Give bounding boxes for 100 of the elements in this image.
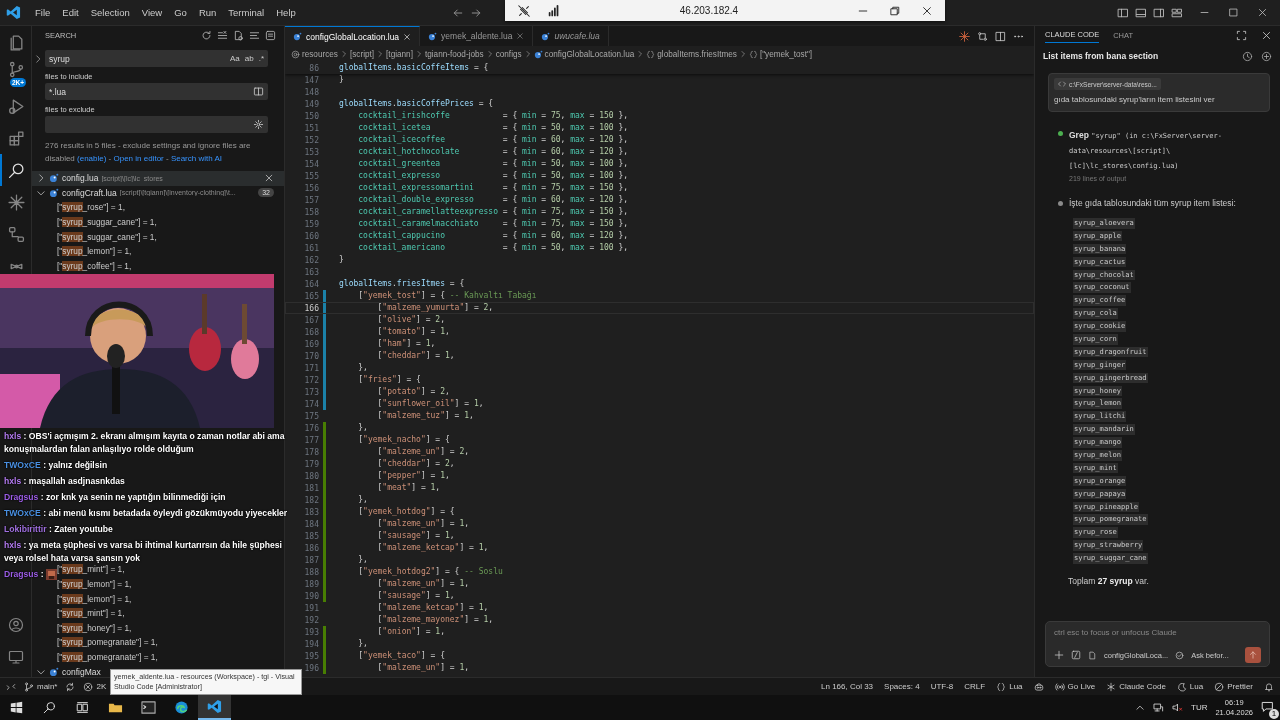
code-line: ["malzeme_un"] = 2, [376,446,470,458]
line-number: 171 [303,363,319,373]
code-line: cocktail_cappucino = { min = 60, max = 120 }, [357,230,629,242]
code-line: ["cheddar"] = 2, [376,458,455,470]
line-number: 86 [308,63,319,73]
chat-message: TWOxCE : yalnız değilsin [4,460,108,470]
line-number: 183 [303,507,319,517]
code-line: ["ham"] = 1, [376,338,436,350]
line-number: 160 [303,231,319,241]
line-number: 150 [303,111,319,121]
line-number: 180 [303,471,319,481]
code-line: cocktail_greentea = { min = 50, max = 100 }, [357,158,629,170]
code-line: cocktail_icetea = { min = 50, max = 100 }, [357,122,629,134]
line-number: 168 [303,327,319,337]
code-line: ["malzeme_ketcap"] = 1, [376,602,489,614]
line-number: 165 [303,291,319,301]
line-number: 192 [303,615,319,625]
code-line: ["onion"] = 1, [376,626,445,638]
line-number: 164 [303,279,319,289]
code-line: cocktail_expresso = { min = 50, max = 100 }, [357,170,629,182]
line-number: 166 [303,303,319,313]
code-line: ["malzeme_un"] = 1, [376,662,470,674]
line-number: 182 [303,495,319,505]
line-number: 148 [303,87,319,97]
code-line: ["cheddar"] = 1, [376,350,455,362]
line-number: 154 [303,159,319,169]
line-number: 163 [303,267,319,277]
code-line: cocktail_expressomartini = { min = 75, max = 150 }, [357,182,629,194]
conversation-title: List items from bana section [1043,51,1160,61]
line-number: 172 [303,375,319,385]
line-number: 152 [303,135,319,145]
code-line: ["malzeme_un"] = 1, [376,518,470,530]
code-line: cocktail_irishcoffe = { min = 75, max = 150 }, [357,110,629,122]
code-line: ["sunflower_oil"] = 1, [376,398,484,410]
line-number: 174 [303,399,319,409]
code-line: cocktail_caramellatteexpresso = { min = 75, max = 150 }, [357,206,629,218]
line-number: 181 [303,483,319,493]
code-line: }, [357,362,368,374]
chat-message: Dragsus : zor knk ya senin ne yaptığın bilinmediği için [4,492,226,502]
line-number: 187 [303,555,319,565]
line-number: 158 [303,207,319,217]
file-name: configMax [62,666,101,677]
results-summary: 276 results in 5 files - exclude settings and ignore files are disabled (enable) - Open in editor - Search with AI [45,140,252,165]
file-name: configCraft.lua [62,187,117,198]
code-line: cocktail_hotchocolate = { min = 60, max = 120 }, [357,146,629,158]
line-number: 178 [303,447,319,457]
code-line: ["olive"] = 2, [376,314,445,326]
line-number: 170 [303,351,319,361]
line-number: 176 [303,423,319,433]
code-line: }, [357,554,368,566]
chat-message: hxls : maşallah asdjnasnkdas [4,476,125,486]
code-line: globalItems.basicCoffeItems = { [339,62,489,74]
ip-address: 46.203.182.4 [678,5,740,16]
code-line: cocktail_icecoffee = { min = 60, max = 120 }, [357,134,629,146]
line-number: 161 [303,243,319,253]
code-line: }, [357,638,368,650]
message-text: gıda tablosundaki syrup'ların item listesini ver [1054,95,1216,104]
code-line: ["malzeme_tuz"] = 1, [376,410,474,422]
line-number: 149 [303,99,319,109]
chat-message: TWOxCE : abi menü kısmı betadada öyleydi gözükmüyodu yiyecekler [4,508,288,518]
code-line: ["meat"] = 1, [376,482,441,494]
code-line: ["sausage"] = 1, [376,530,455,542]
chat-message: hxls : OBS'i açmışım 2. ekranı almışım kayıta o zaman notlar abi ama konuşmalardan falan anlaşılıyo rolde olduğum [4,431,285,454]
code-line: globalItems.friesItmes = { [339,278,465,290]
line-number: 162 [303,255,319,265]
code-line: }, [357,422,368,434]
code-line: ["yemek_nacho"] = { [357,434,450,446]
line-number: 155 [303,171,319,181]
code-line: cocktail_double_expresso = { min = 60, max = 120 }, [357,194,629,206]
code-line: }, [357,494,368,506]
line-number: 179 [303,459,319,469]
code-line: ["potato"] = 2, [376,386,450,398]
code-line: ["malzeme_un"] = 1, [376,578,470,590]
line-number: 195 [303,651,319,661]
line-number: 196 [303,663,319,673]
code-line: ["yemek_hotdog2"] = { -- Soslu [357,566,503,578]
line-number: 169 [303,339,319,349]
line-number: 153 [303,147,319,157]
line-number: 191 [303,603,319,613]
line-number: 184 [303,519,319,529]
count-badge: 1 [1269,709,1279,719]
chat-message: hxls : ya meta şüphesi vs varsa bi ihtimal kurtarırsın da hile şüphesi veya rolsel hata varsa şansın yok [4,540,282,563]
chat-message: Dragsus : [4,569,44,579]
code-line: ["fries"] = { [357,374,421,386]
line-number: 167 [303,315,319,325]
code-line: } [339,254,344,266]
line-number: 193 [303,627,319,637]
line-number: 173 [303,387,319,397]
line-number: 177 [303,435,319,445]
line-number: 188 [303,567,319,577]
code-line: cocktail_caramelmacchiato = { min = 75, max = 150 }, [357,218,629,230]
line-number: 157 [303,195,319,205]
code-line: ["malzeme_yumurta"] = 2, [376,302,494,314]
code-line: cocktail_americano = { min = 50, max = 100 }, [357,242,629,254]
code-line: ["yemek_tost"] = { -- Kahvaltı Tabağı [357,290,537,302]
code-line: ["yemek_hotdog"] = { [357,506,455,518]
code-line: } [339,74,344,86]
code-line: ["pepper"] = 1, [376,470,450,482]
line-number: 147 [303,75,319,85]
code-line: ["sausage"] = 1, [376,590,455,602]
